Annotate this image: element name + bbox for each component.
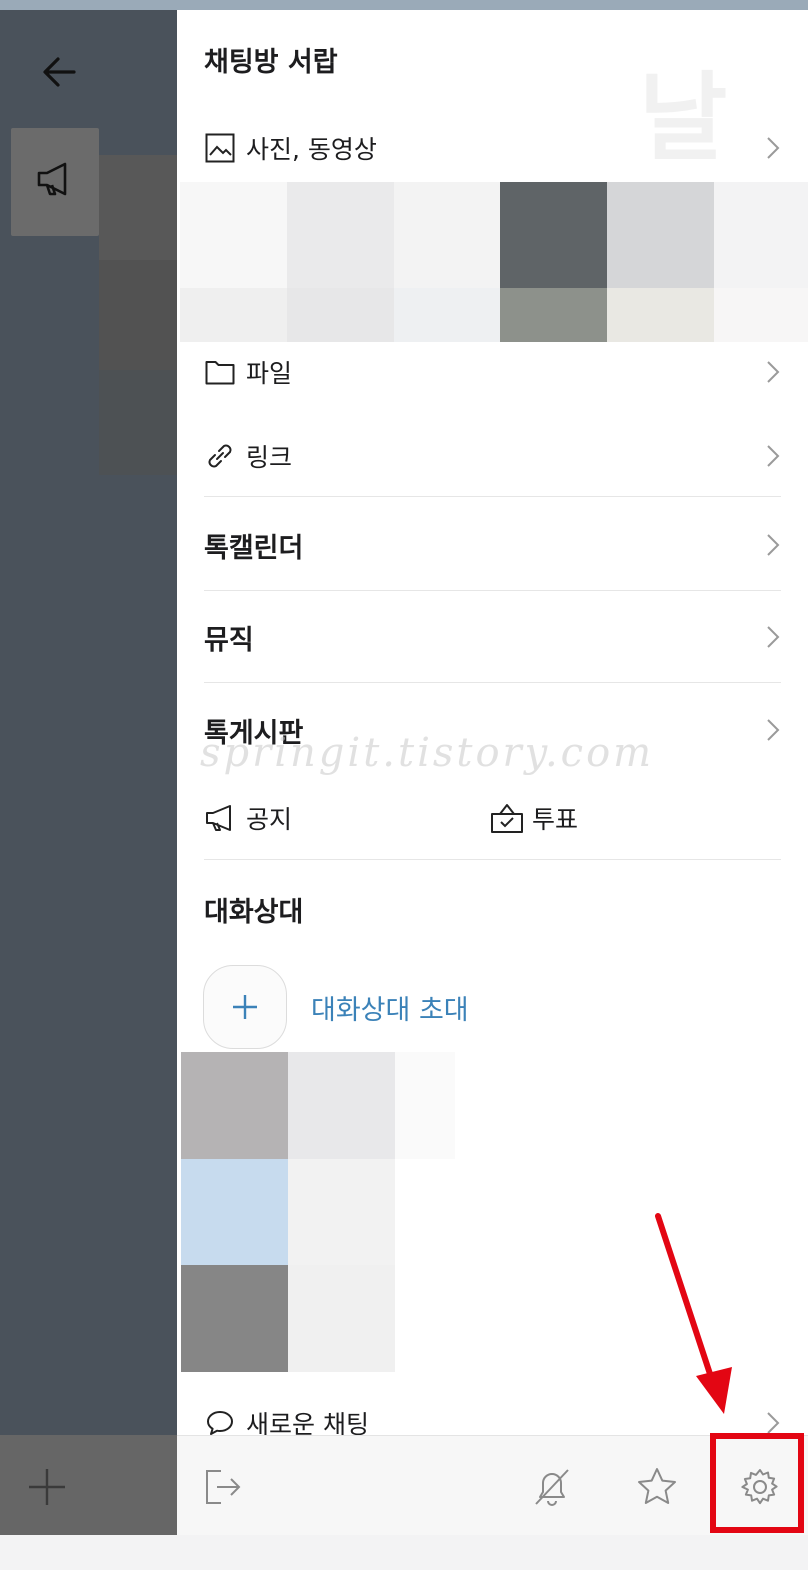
back-arrow-icon[interactable] xyxy=(38,50,82,94)
vote-label: 투표 xyxy=(532,805,579,834)
exit-icon[interactable] xyxy=(200,1464,246,1510)
blurred-message xyxy=(99,370,177,475)
menu-item-photos[interactable]: 사진, 동영상 xyxy=(204,128,781,168)
divider xyxy=(204,496,781,497)
watermark-text: springit.tistory.com xyxy=(200,730,655,776)
menu-item-music[interactable]: 뮤직 xyxy=(204,617,781,657)
folder-icon xyxy=(204,356,236,388)
menu-item-label: 파일 xyxy=(246,359,293,388)
link-icon xyxy=(204,440,236,472)
menu-item-label: 뮤직 xyxy=(204,624,254,656)
chat-input-bar xyxy=(0,1435,177,1535)
ballot-box-icon xyxy=(491,804,523,833)
member-list-blurred[interactable] xyxy=(181,1052,455,1372)
plus-icon[interactable] xyxy=(25,1465,69,1509)
settings-highlight-box xyxy=(710,1433,804,1533)
menu-item-label: 톡캘린더 xyxy=(204,532,304,564)
divider xyxy=(204,682,781,683)
chevron-right-icon xyxy=(767,137,780,159)
board-notice-link[interactable]: 공지 xyxy=(204,800,292,836)
members-section-title: 대화상대 xyxy=(204,897,304,928)
screen-bottom-margin xyxy=(0,1535,808,1570)
menu-item-label: 링크 xyxy=(246,443,293,472)
menu-item-talk-calendar[interactable]: 톡캘린더 xyxy=(204,525,781,565)
megaphone-icon xyxy=(37,162,67,196)
menu-item-label: 새로운 채팅 xyxy=(246,1410,369,1435)
chevron-right-icon xyxy=(767,445,780,467)
divider xyxy=(204,859,781,860)
megaphone-icon xyxy=(206,805,231,831)
chevron-right-icon xyxy=(767,361,780,383)
annotation-arrow-icon xyxy=(655,1213,732,1414)
chevron-right-icon xyxy=(767,534,780,556)
image-icon xyxy=(204,132,236,164)
menu-item-links[interactable]: 링크 xyxy=(204,436,781,476)
media-thumbnails[interactable] xyxy=(180,182,808,342)
blurred-message xyxy=(99,155,177,260)
status-strip xyxy=(0,0,808,10)
menu-item-files[interactable]: 파일 xyxy=(204,352,781,392)
invite-member-button[interactable]: 대화상대 초대 xyxy=(203,965,469,1049)
invite-label: 대화상대 초대 xyxy=(311,994,469,1026)
plus-icon xyxy=(203,965,287,1049)
chat-background-overlay[interactable] xyxy=(0,10,177,1535)
star-icon[interactable] xyxy=(634,1464,680,1510)
drawer-title: 채팅방 서랍 xyxy=(204,47,338,78)
board-vote-link[interactable]: 투표 xyxy=(490,800,578,836)
chevron-right-icon xyxy=(767,719,780,741)
speech-bubble-icon xyxy=(204,1407,236,1435)
menu-item-label: 사진, 동영상 xyxy=(246,135,377,164)
chat-notice-banner[interactable] xyxy=(11,128,99,236)
chevron-right-icon xyxy=(767,1412,780,1434)
bell-off-icon[interactable] xyxy=(529,1464,575,1510)
notice-label: 공지 xyxy=(246,805,293,834)
divider xyxy=(204,590,781,591)
blurred-message xyxy=(99,260,177,370)
chevron-right-icon xyxy=(767,626,780,648)
